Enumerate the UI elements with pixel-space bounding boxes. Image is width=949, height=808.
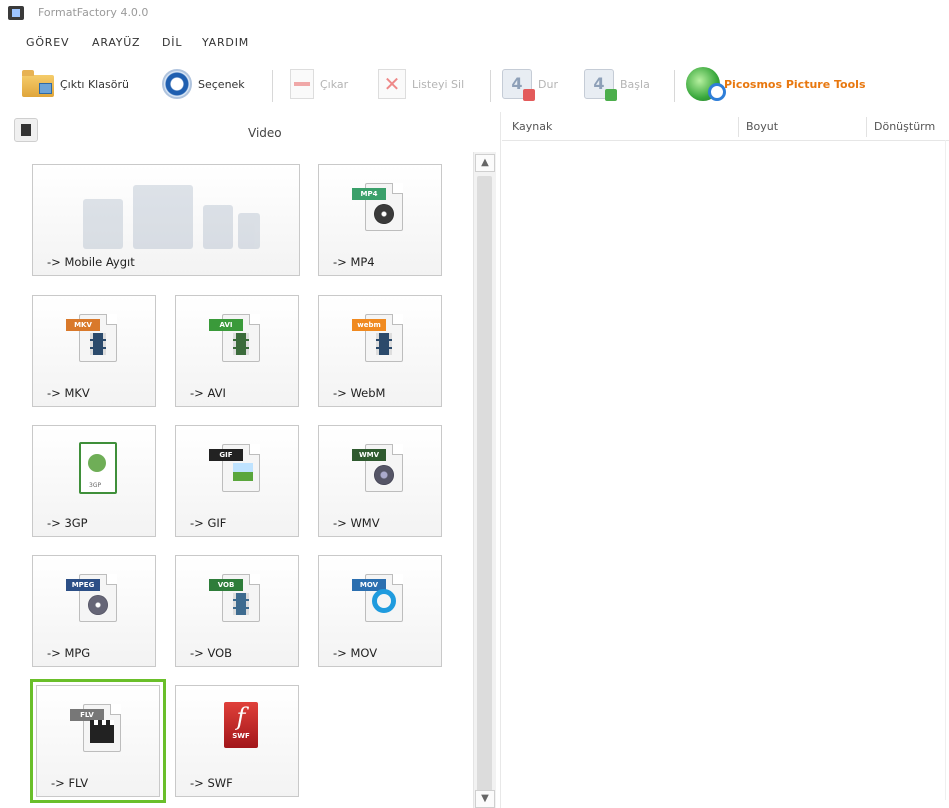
menu-task[interactable]: GÖREV <box>26 36 69 49</box>
start-button[interactable]: 4 Başla <box>584 64 650 104</box>
tile-avi[interactable]: AVI -> AVI <box>175 295 299 407</box>
start-label: Başla <box>620 77 650 91</box>
menu-bar: GÖREV ARAYÜZ DİL YARDIM <box>0 30 949 54</box>
file-tag: VOB <box>209 579 243 591</box>
list-edge <box>945 140 946 800</box>
file-tag: webm <box>352 319 386 331</box>
tile-label: -> MPG <box>47 646 91 660</box>
tile-label: -> AVI <box>190 386 226 400</box>
swf-flash-icon: f SWF <box>224 702 258 748</box>
mkv-file-icon: MKV <box>66 314 117 362</box>
mov-file-icon: MOV <box>352 574 403 622</box>
column-divider <box>866 117 867 137</box>
scroll-down-arrow-icon[interactable]: ▼ <box>475 790 495 808</box>
tile-mobile-device[interactable]: -> Mobile Aygıt <box>32 164 300 276</box>
tile-mov[interactable]: MOV -> MOV <box>318 555 442 667</box>
tile-mpg[interactable]: MPEG -> MPG <box>32 555 156 667</box>
file-tag: 3GP <box>89 482 102 489</box>
output-folder-label: Çıktı Klasörü <box>60 77 129 91</box>
file-tag: WMV <box>352 449 386 461</box>
file-tag: MPEG <box>66 579 100 591</box>
format-scrollbar[interactable]: ▲ ▼ <box>473 152 496 808</box>
category-title: Video <box>248 126 282 140</box>
flv-file-icon: FLV <box>70 704 121 752</box>
mp4-file-icon: MP4 <box>352 183 403 231</box>
tile-label: -> MP4 <box>333 255 375 269</box>
app-icon <box>8 6 24 20</box>
mobile-devices-icon <box>73 179 263 249</box>
toolbar-separator <box>490 70 491 102</box>
folder-icon <box>22 69 54 99</box>
remove-label: Çıkar <box>320 77 349 91</box>
tile-label: -> WebM <box>333 386 386 400</box>
picosmos-globe-icon <box>686 67 726 101</box>
options-gear-icon <box>162 69 192 99</box>
title-bar: FormatFactory 4.0.0 <box>0 0 949 28</box>
clear-list-label: Listeyi Sil <box>412 77 465 91</box>
stop-button[interactable]: 4 Dur <box>502 64 558 104</box>
picosmos-label: Picosmos Picture Tools <box>724 77 866 91</box>
file-tag: GIF <box>209 449 243 461</box>
webm-file-icon: webm <box>352 314 403 362</box>
remove-document-icon <box>290 69 314 99</box>
file-tag: MKV <box>66 319 100 331</box>
stop-label: Dur <box>538 77 558 91</box>
menu-language[interactable]: DİL <box>162 36 182 49</box>
panel-divider <box>500 112 501 808</box>
column-divider <box>738 117 739 137</box>
column-conversion[interactable]: Dönüştürm <box>874 120 935 133</box>
tile-mkv[interactable]: MKV -> MKV <box>32 295 156 407</box>
tile-label: -> GIF <box>190 516 227 530</box>
scroll-up-arrow-icon[interactable]: ▲ <box>475 154 495 172</box>
tile-vob[interactable]: VOB -> VOB <box>175 555 299 667</box>
tile-label: -> Mobile Aygıt <box>47 255 135 269</box>
tile-label: -> WMV <box>333 516 380 530</box>
wmv-file-icon: WMV <box>352 444 403 492</box>
avi-file-icon: AVI <box>209 314 260 362</box>
column-size[interactable]: Boyut <box>746 120 778 133</box>
tile-label: -> MKV <box>47 386 90 400</box>
tile-label: -> 3GP <box>47 516 88 530</box>
video-category-icon[interactable] <box>14 118 38 142</box>
tile-mp4[interactable]: MP4 -> MP4 <box>318 164 442 276</box>
tile-label: -> SWF <box>190 776 233 790</box>
toolbar: Çıktı Klasörü Seçenek Çıkar ✕ Listeyi Si… <box>0 60 949 110</box>
start-icon: 4 <box>584 69 617 101</box>
gif-file-icon: GIF <box>209 444 260 492</box>
menu-help[interactable]: YARDIM <box>202 36 249 49</box>
vob-file-icon: VOB <box>209 574 260 622</box>
tile-webm[interactable]: webm -> WebM <box>318 295 442 407</box>
toolbar-separator <box>272 70 273 102</box>
column-source[interactable]: Kaynak <box>512 120 552 133</box>
output-folder-button[interactable]: Çıktı Klasörü <box>22 64 129 104</box>
tile-gif[interactable]: GIF -> GIF <box>175 425 299 537</box>
task-list-header: Kaynak Boyut Dönüştürm <box>502 114 949 141</box>
tile-3gp[interactable]: 3GP -> 3GP <box>32 425 156 537</box>
clear-list-x-icon: ✕ <box>378 69 406 99</box>
3gp-file-icon: 3GP <box>79 442 117 494</box>
menu-interface[interactable]: ARAYÜZ <box>92 36 140 49</box>
mpeg-file-icon: MPEG <box>66 574 117 622</box>
remove-button[interactable]: Çıkar <box>290 64 348 104</box>
picosmos-button[interactable]: Picosmos Picture Tools <box>686 64 866 104</box>
file-tag: AVI <box>209 319 243 331</box>
options-label: Seçenek <box>198 77 245 91</box>
toolbar-separator <box>674 70 675 102</box>
tile-label: -> VOB <box>190 646 233 660</box>
options-button[interactable]: Seçenek <box>162 64 245 104</box>
window-title: FormatFactory 4.0.0 <box>38 6 149 19</box>
tile-label: -> MOV <box>333 646 378 660</box>
file-tag: SWF <box>232 732 250 740</box>
tile-flv[interactable]: FLV -> FLV <box>30 679 166 803</box>
clear-list-button[interactable]: ✕ Listeyi Sil <box>378 64 464 104</box>
tile-wmv[interactable]: WMV -> WMV <box>318 425 442 537</box>
tile-label: -> FLV <box>51 776 89 790</box>
stop-icon: 4 <box>502 69 535 101</box>
tile-swf[interactable]: f SWF -> SWF <box>175 685 299 797</box>
scroll-thumb[interactable] <box>477 176 492 796</box>
file-tag: MP4 <box>352 188 386 200</box>
